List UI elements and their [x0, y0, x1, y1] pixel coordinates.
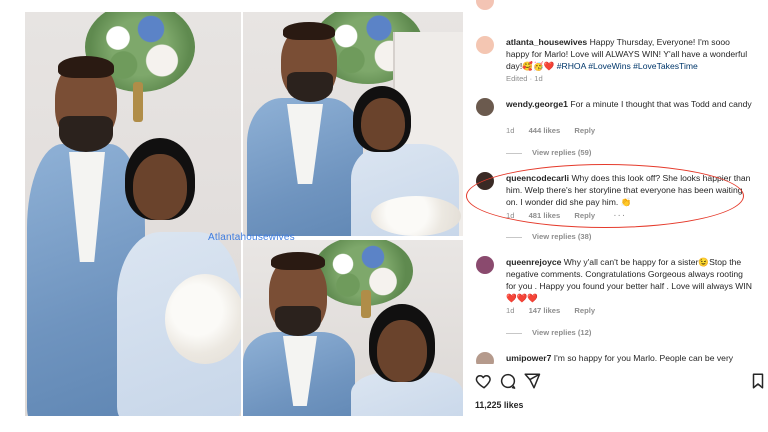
comment-item: umipower7 I'm so happy for you Marlo. Pe…: [473, 352, 763, 364]
comment-username[interactable]: umipower7: [506, 353, 551, 363]
heart-icon[interactable]: [475, 372, 493, 390]
avatar[interactable]: [476, 36, 494, 54]
photo-panel-top-right: [243, 12, 463, 236]
man-hair: [58, 56, 114, 78]
comment-text: umipower7 I'm so happy for you Marlo. Pe…: [506, 352, 752, 364]
woman-face: [377, 320, 427, 382]
man-hair: [283, 22, 335, 40]
comment-username[interactable]: wendy.george1: [506, 99, 568, 109]
comment-likes[interactable]: 147 likes: [529, 306, 561, 315]
man-beard: [275, 306, 321, 336]
vase: [133, 82, 143, 122]
likes-count[interactable]: 11,225 likes: [475, 400, 523, 410]
feather-cuff: [165, 274, 241, 364]
avatar[interactable]: [476, 98, 494, 116]
view-replies-label: View replies (12): [532, 328, 592, 337]
comment-bubble-icon[interactable]: [499, 372, 517, 390]
view-replies-label: View replies (38): [532, 232, 592, 241]
vase: [361, 290, 371, 318]
divider: [506, 332, 522, 334]
feather-cuff: [371, 196, 461, 236]
reply-button[interactable]: Reply: [574, 306, 595, 315]
avatar[interactable]: [476, 352, 494, 364]
photo-watermark: Atlantahousewives: [208, 232, 295, 243]
woman-face: [133, 154, 187, 220]
photo-panel-bottom-right: [243, 240, 463, 416]
man-beard: [287, 72, 333, 102]
comment-text: queenrejoyce Why y'all can't be happy fo…: [506, 256, 752, 304]
comment-time: 1d: [506, 306, 515, 315]
man-hair: [271, 252, 325, 270]
bookmark-icon[interactable]: [749, 372, 767, 390]
send-icon[interactable]: [523, 372, 541, 390]
comment-text: wendy.george1 For a minute I thought tha…: [506, 98, 752, 110]
view-replies-button[interactable]: View replies (59): [506, 148, 591, 157]
comment-username[interactable]: queenrejoyce: [506, 257, 561, 267]
divider: [506, 152, 522, 154]
woman-face: [361, 98, 405, 150]
man-beard: [59, 116, 113, 152]
highlight-annotation-oval: [466, 164, 744, 228]
view-replies-button[interactable]: View replies (12): [506, 328, 591, 337]
post-action-bar: [473, 372, 768, 394]
comment-meta: Edited · 1d: [506, 74, 543, 83]
comment-body: I'm so happy for you Marlo. People can b…: [553, 353, 734, 363]
comment-body: For a minute I thought that was Todd and…: [570, 99, 752, 109]
photo-panel-left: [25, 12, 241, 416]
comment-username[interactable]: atlanta_housewives: [506, 37, 587, 47]
reply-button[interactable]: Reply: [574, 126, 595, 135]
post-photo-collage[interactable]: Atlantahousewives: [25, 12, 463, 416]
view-replies-label: View replies (59): [532, 148, 592, 157]
comment-hashtags[interactable]: #RHOA #LoveWins #LoveTakesTime: [557, 61, 698, 71]
view-replies-button[interactable]: View replies (38): [506, 232, 591, 241]
avatar[interactable]: [476, 256, 494, 274]
divider: [506, 236, 522, 238]
comment-likes[interactable]: 444 likes: [529, 126, 561, 135]
comment-time: 1d: [506, 126, 515, 135]
comment-meta: 1d 147 likes Reply: [506, 306, 607, 315]
comment-text: atlanta_housewives Happy Thursday, Every…: [506, 36, 752, 72]
comment-meta: 1d 444 likes Reply: [506, 126, 607, 135]
